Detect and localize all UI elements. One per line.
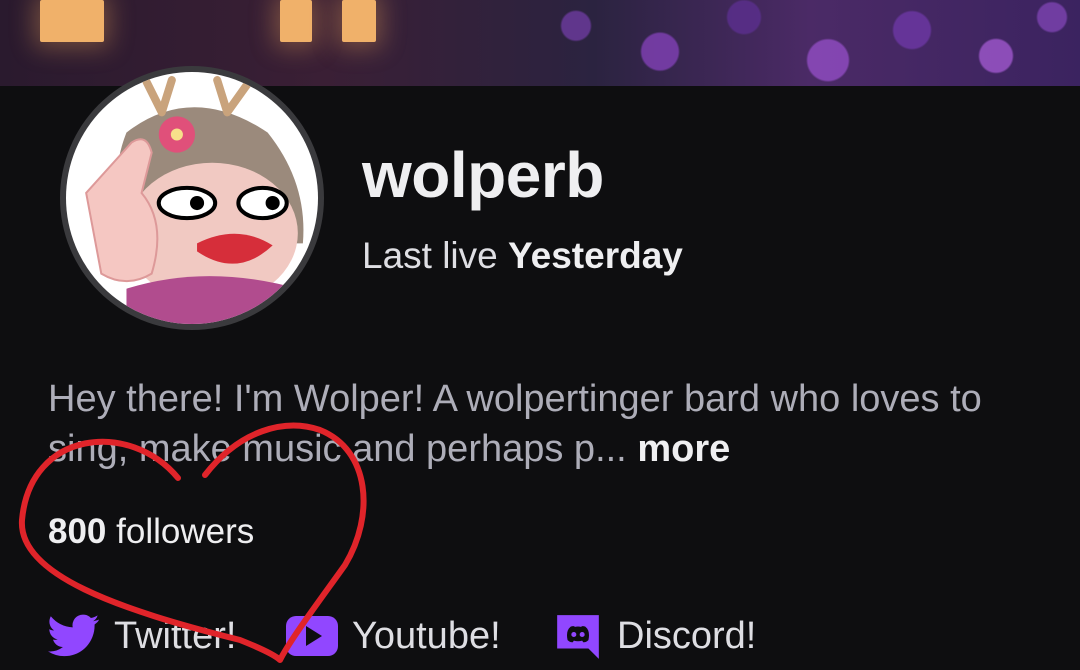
channel-name: wolperb [362, 139, 604, 211]
banner-window [342, 0, 376, 42]
banner-foliage [520, 0, 1080, 86]
avatar-image [66, 72, 318, 324]
bio-more-link[interactable]: more [637, 428, 730, 470]
discord-link[interactable]: Discord! [553, 610, 756, 662]
twitter-bird-icon [48, 614, 100, 657]
follower-number: 800 [48, 512, 107, 551]
youtube-label: Youtube! [352, 614, 501, 657]
last-live-status: Last live Yesterday [362, 235, 683, 277]
twitter-link[interactable]: Twitter! [48, 610, 236, 662]
last-live-label: Last live [362, 235, 498, 276]
bio-text: Hey there! I'm Wolper! A wolpertinger ba… [48, 378, 982, 470]
discord-label: Discord! [617, 614, 757, 657]
follower-label: followers [116, 512, 255, 551]
channel-bio: Hey there! I'm Wolper! A wolpertinger ba… [48, 374, 1048, 474]
avatar[interactable] [60, 66, 324, 330]
discord-icon [557, 615, 599, 659]
follower-count: 800 followers [48, 512, 254, 552]
banner-window [280, 0, 312, 42]
youtube-play-icon [286, 616, 338, 656]
youtube-link[interactable]: Youtube! [286, 610, 501, 662]
twitter-label: Twitter! [114, 614, 237, 657]
banner-window [40, 0, 104, 42]
last-live-value: Yesterday [508, 235, 683, 276]
